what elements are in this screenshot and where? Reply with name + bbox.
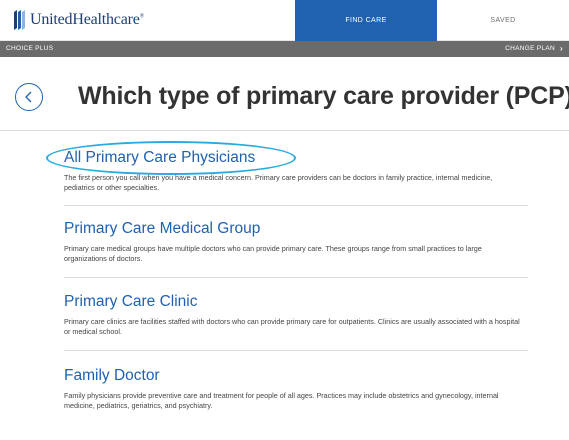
option-title[interactable]: All Primary Care Physicians (64, 149, 528, 167)
tab-saved-label: SAVED (490, 17, 516, 24)
top-header: UnitedHealthcare® FIND CARE SAVED (0, 0, 569, 41)
plan-bar: CHOICE PLUS CHANGE PLAN › (0, 41, 569, 57)
option-all-primary-care-physicians[interactable]: All Primary Care Physicians The first pe… (64, 149, 528, 193)
logo-mark-icon (14, 10, 25, 30)
title-divider (0, 130, 569, 131)
change-plan-label: CHANGE PLAN (505, 45, 556, 52)
plan-name: CHOICE PLUS (6, 45, 54, 52)
tab-find-care[interactable]: FIND CARE (295, 0, 437, 41)
tab-find-care-label: FIND CARE (345, 17, 387, 24)
option-description: The first person you call when you have … (64, 173, 493, 192)
option-title[interactable]: Primary Care Medical Group (64, 220, 528, 238)
option-primary-care-clinic[interactable]: Primary Care Clinic Primary care clinics… (64, 293, 528, 337)
page-title: Which type of primary care provider (PCP… (78, 82, 569, 110)
tab-saved[interactable]: SAVED (437, 0, 569, 41)
option-divider (64, 350, 528, 351)
option-primary-care-medical-group[interactable]: Primary Care Medical Group Primary care … (64, 220, 528, 264)
option-divider (64, 205, 528, 206)
back-button[interactable] (15, 83, 43, 111)
option-divider (64, 277, 528, 278)
option-title[interactable]: Family Doctor (64, 367, 528, 385)
option-family-doctor[interactable]: Family Doctor Family physicians provide … (64, 367, 528, 411)
brand-name: UnitedHealthcare® (30, 11, 144, 28)
chevron-left-icon (25, 91, 32, 103)
chevron-right-icon: › (560, 44, 563, 53)
option-description: Primary care medical groups have multipl… (64, 244, 482, 263)
option-description: Primary care clinics are facilities staf… (64, 317, 520, 336)
option-description: Family physicians provide preventive car… (64, 391, 499, 410)
option-title[interactable]: Primary Care Clinic (64, 293, 528, 311)
unitedhealthcare-logo[interactable]: UnitedHealthcare® (12, 9, 144, 31)
change-plan-link[interactable]: CHANGE PLAN › (505, 44, 563, 53)
